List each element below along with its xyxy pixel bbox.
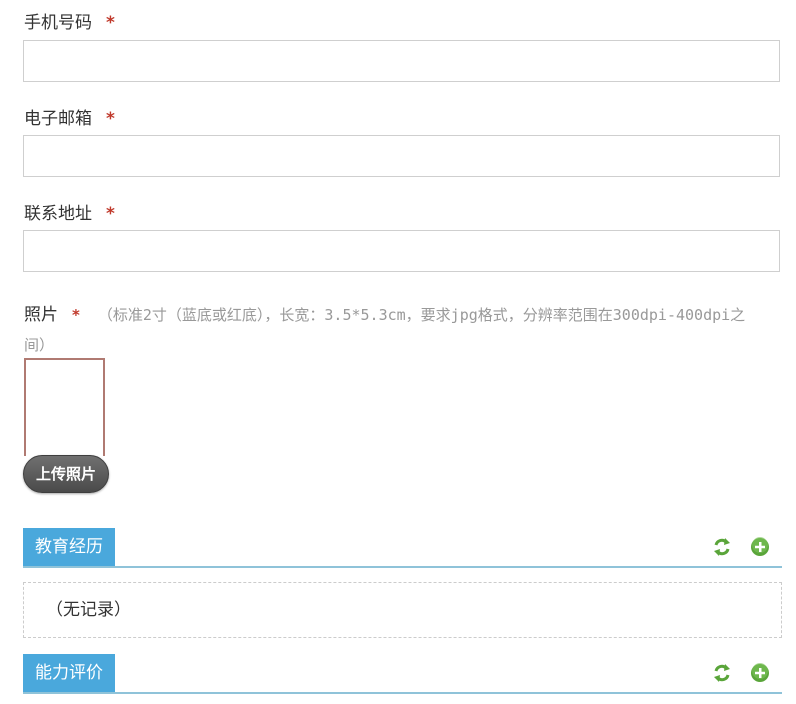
address-label: 联系地址 *	[24, 203, 115, 225]
section-ability-title: 能力评价	[23, 654, 115, 692]
required-mark: *	[106, 109, 115, 129]
phone-label: 手机号码 *	[24, 12, 115, 34]
refresh-icon[interactable]	[712, 663, 732, 683]
education-records-empty: （无记录）	[23, 582, 782, 638]
address-input[interactable]	[23, 230, 780, 272]
required-mark: *	[106, 204, 115, 224]
photo-preview[interactable]	[24, 358, 105, 456]
address-label-text: 联系地址	[24, 204, 92, 224]
add-icon[interactable]	[750, 663, 770, 683]
section-education-title: 教育经历	[23, 528, 115, 566]
photo-label-row: 照片 * （标准2寸（蓝底或红底），长宽：3.5*5.3cm，要求jpg格式，分辨率…	[24, 300, 764, 360]
required-mark: *	[72, 306, 80, 324]
photo-requirements-hint: （标准2寸（蓝底或红底），长宽：3.5*5.3cm，要求jpg格式，分辨率范围在…	[24, 306, 746, 354]
add-icon[interactable]	[750, 537, 770, 557]
section-ability-evaluation: 能力评价	[23, 654, 782, 694]
section-education: 教育经历	[23, 528, 782, 568]
upload-photo-button[interactable]: 上传照片	[23, 455, 109, 493]
email-label: 电子邮箱 *	[24, 108, 115, 130]
email-input[interactable]	[23, 135, 780, 177]
required-mark: *	[106, 13, 115, 33]
phone-input[interactable]	[23, 40, 780, 82]
phone-label-text: 手机号码	[24, 13, 92, 33]
email-label-text: 电子邮箱	[24, 109, 92, 129]
photo-label: 照片	[24, 305, 58, 325]
refresh-icon[interactable]	[712, 537, 732, 557]
